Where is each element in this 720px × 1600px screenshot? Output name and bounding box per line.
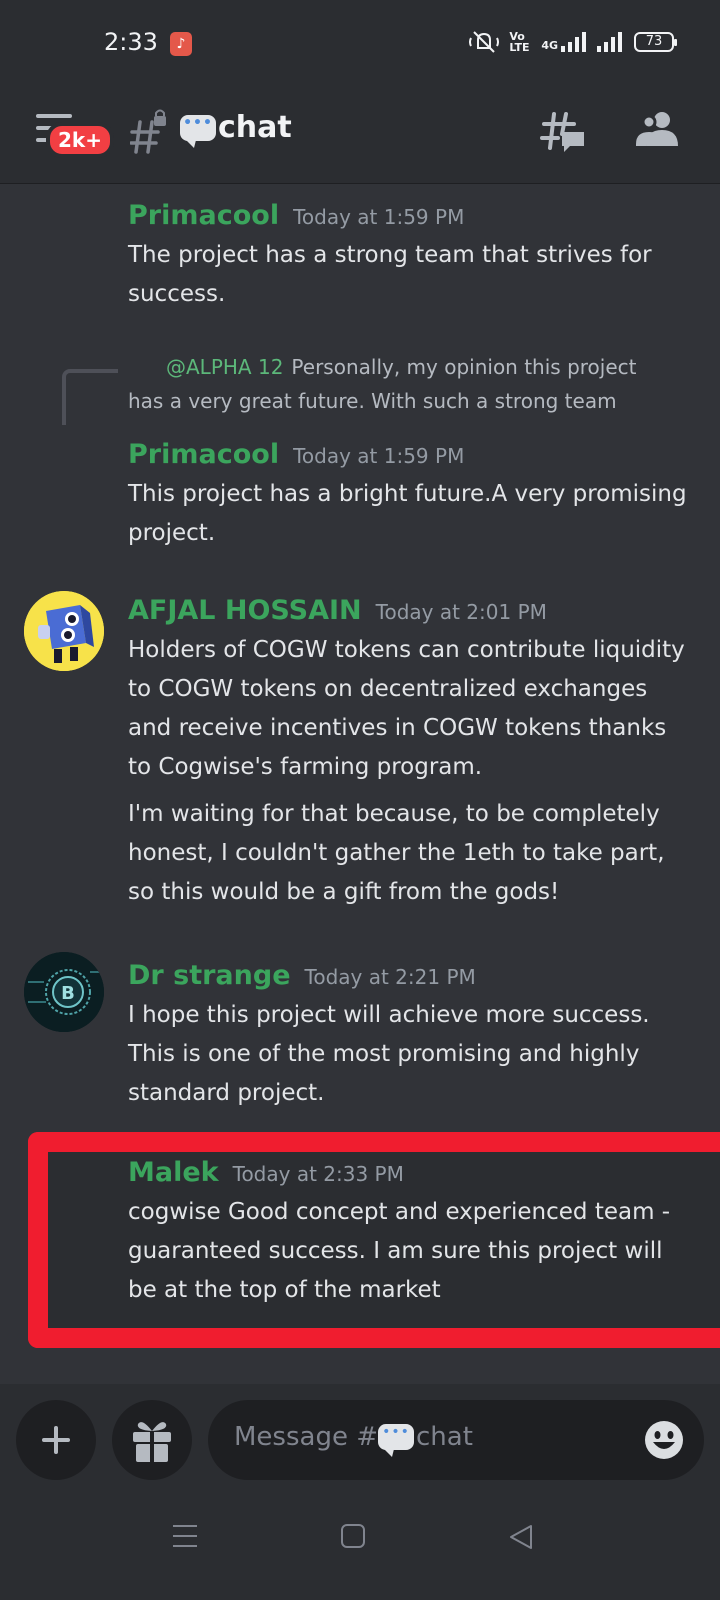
- placeholder-prefix: Message #: [234, 1422, 379, 1452]
- placeholder-channel: chat: [416, 1422, 473, 1452]
- signal-icon: [597, 32, 622, 52]
- avatar[interactable]: [24, 591, 104, 671]
- message-header: Malek Today at 2:33 PM: [128, 1157, 404, 1188]
- speech-bubble-icon: •••: [180, 114, 216, 148]
- message-text: I'm waiting for that because, to be comp…: [128, 801, 665, 905]
- home-nav-icon[interactable]: [341, 1524, 365, 1548]
- timestamp: Today at 1:59 PM: [293, 205, 465, 229]
- gift-button[interactable]: [112, 1400, 192, 1480]
- threads-icon[interactable]: [540, 108, 588, 156]
- reply-text: Personally, my opinion this project: [291, 355, 637, 379]
- message-header: Primacool Today at 1:59 PM: [128, 200, 464, 231]
- gift-icon: [133, 1422, 171, 1462]
- signal-icon: [561, 32, 586, 52]
- reply-connector: [62, 369, 118, 425]
- notification-badge: 2k+: [46, 122, 114, 158]
- bitcoin-avatar-icon: B: [24, 952, 104, 1032]
- timestamp: Today at 1:59 PM: [293, 444, 465, 468]
- mute-icon: [469, 31, 500, 53]
- speech-bubble-icon: •••: [378, 1424, 415, 1457]
- username[interactable]: AFJAL HOSSAIN: [128, 595, 362, 626]
- username[interactable]: Malek: [128, 1157, 219, 1188]
- channel-name: chat: [218, 110, 292, 145]
- robot-avatar-icon: [24, 591, 104, 671]
- timestamp: Today at 2:33 PM: [232, 1162, 404, 1186]
- menu-nav-icon[interactable]: [172, 1524, 198, 1548]
- status-time: 2:33: [104, 28, 158, 56]
- status-icons: Vo LTE 4G 73: [469, 30, 677, 54]
- avatar[interactable]: B: [24, 952, 104, 1032]
- reply-mention[interactable]: @ALPHA 12: [166, 355, 283, 379]
- svg-text:B: B: [61, 983, 75, 1004]
- message-list[interactable]: Primacool Today at 1:59 PM The project ha…: [0, 185, 720, 1385]
- message-header: Primacool Today at 1:59 PM: [128, 439, 464, 470]
- message-header: AFJAL HOSSAIN Today at 2:01 PM: [128, 595, 547, 626]
- plus-icon[interactable]: [16, 1400, 96, 1480]
- status-bar: 2:33 ♪ Vo LTE 4G 73: [0, 0, 720, 88]
- battery-icon: 73: [634, 32, 677, 52]
- timestamp: Today at 2:21 PM: [304, 965, 476, 989]
- message-text: cogwise Good concept and experienced tea…: [128, 1199, 671, 1303]
- system-nav-bar: [0, 1484, 720, 1600]
- emoji-icon[interactable]: [644, 1420, 684, 1460]
- network-type: 4G: [541, 39, 558, 52]
- reply-text: has a very great future. With such a str…: [128, 389, 617, 413]
- back-nav-icon[interactable]: [508, 1524, 534, 1550]
- message-header: Dr strange Today at 2:21 PM: [128, 960, 476, 991]
- username[interactable]: Dr strange: [128, 960, 291, 991]
- message-text: The project has a strong team that striv…: [128, 242, 652, 307]
- network-label: 4G: [541, 32, 586, 52]
- username[interactable]: Primacool: [128, 200, 279, 231]
- message-placeholder: Message # ••• chat: [234, 1422, 473, 1457]
- music-icon: ♪: [170, 32, 192, 56]
- channel-title[interactable]: ••• chat: [180, 110, 292, 148]
- locked-hash-icon: [130, 109, 166, 154]
- message-input[interactable]: Message # ••• chat: [208, 1400, 704, 1480]
- volte-label: Vo LTE: [509, 30, 530, 54]
- members-icon[interactable]: [636, 108, 680, 152]
- message-text: Holders of COGW tokens can contribute li…: [128, 637, 685, 780]
- channel-header: 2k+ ••• chat: [0, 88, 720, 184]
- reply-preview[interactable]: @ALPHA 12 Personally, my opinion this pro…: [166, 355, 636, 379]
- timestamp: Today at 2:01 PM: [375, 600, 547, 624]
- username[interactable]: Primacool: [128, 439, 279, 470]
- message-text: I hope this project will achieve more su…: [128, 1002, 650, 1106]
- message-text: This project has a bright future.A very …: [128, 481, 687, 546]
